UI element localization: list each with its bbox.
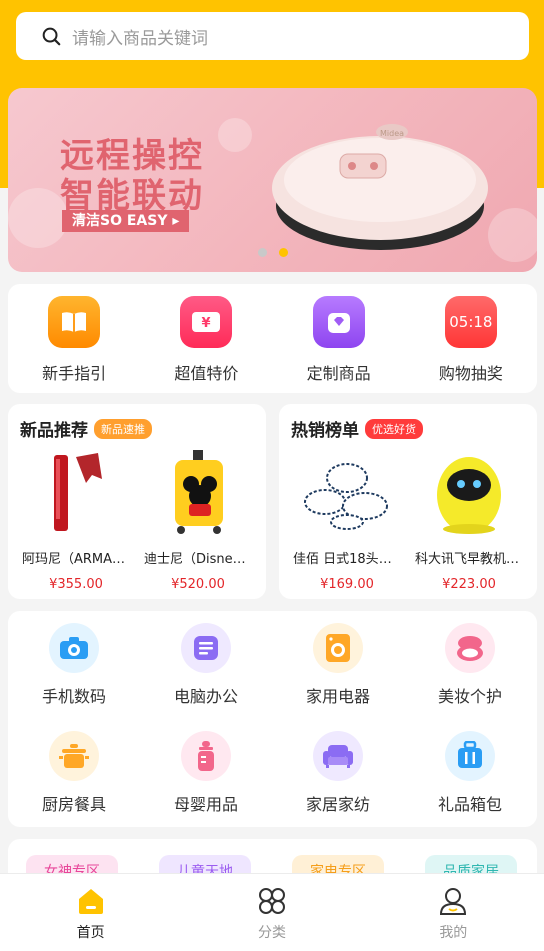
quick-entry-label: 超值特价 — [174, 364, 239, 383]
luggage-icon — [445, 731, 495, 781]
suitcase-image — [152, 446, 244, 538]
category-item-baby[interactable]: 母婴用品 — [140, 731, 272, 815]
product-name: 迪士尼（Disney） — [144, 552, 252, 567]
category-label: 电脑办公 — [173, 687, 238, 706]
diamond-bag-icon — [312, 296, 365, 348]
tab-label: 我的 — [439, 925, 468, 941]
paw-decoration — [8, 188, 68, 248]
robot-toy-image — [423, 446, 515, 538]
product-name: 科大讯飞早教机器人 — [415, 552, 523, 567]
baby-bottle-icon — [181, 731, 231, 781]
product-item[interactable]: 科大讯飞早教机器人 ¥223.00 — [409, 446, 529, 592]
hot-products-title: 热销榜单 — [291, 421, 359, 441]
category-label: 家居家纺 — [305, 795, 370, 814]
quick-entry-special-offer[interactable]: ¥ 超值特价 — [140, 284, 272, 393]
category-label: 美妆个护 — [437, 687, 502, 706]
tab-category[interactable]: 分类 — [181, 874, 362, 951]
tableware-image — [301, 446, 393, 538]
category-item-appliances[interactable]: 家用电器 — [272, 623, 404, 707]
pot-icon — [49, 731, 99, 781]
hot-products-header: 热销榜单 优选好货 — [291, 416, 423, 441]
category-item-computers[interactable]: 电脑办公 — [140, 623, 272, 707]
washer-icon — [313, 623, 363, 673]
category-label: 母婴用品 — [173, 795, 238, 814]
profile-icon — [440, 888, 467, 915]
category-item-kitchen[interactable]: 厨房餐具 — [8, 731, 140, 815]
category-label: 手机数码 — [41, 687, 106, 706]
book-icon — [48, 296, 101, 348]
new-products-card[interactable]: 新品推荐 新品速推 阿玛尼（ARMANI） ¥355.00 迪士尼（Disney… — [8, 404, 266, 599]
product-price: ¥223.00 — [442, 577, 496, 592]
banner-pagination — [8, 248, 537, 257]
category-icon — [258, 888, 285, 914]
robot-brand-text: Midea — [380, 129, 404, 138]
quick-entry-label: 定制商品 — [306, 364, 371, 383]
category-label: 家用电器 — [305, 687, 370, 706]
banner-dot[interactable] — [257, 248, 267, 257]
product-item[interactable]: 佳佰 日式18头餐具 ¥169.00 — [287, 446, 407, 592]
category-item-beauty[interactable]: 美妆个护 — [404, 623, 536, 707]
tab-home[interactable]: 首页 — [0, 874, 181, 951]
banner-tagline: 清洁SO EASY ▸ — [62, 210, 190, 232]
quick-entry-lottery[interactable]: 05:18 购物抽奖 — [405, 284, 537, 393]
product-name: 佳佰 日式18头餐具 — [293, 552, 401, 567]
camera-icon — [49, 623, 99, 673]
new-products-tag: 新品速推 — [94, 418, 152, 439]
paw-decoration — [218, 118, 252, 152]
countdown-icon: 05:18 — [444, 296, 497, 348]
home-icon — [78, 889, 103, 914]
quick-entry-guide[interactable]: 新手指引 — [8, 284, 140, 393]
sofa-icon — [313, 731, 363, 781]
product-price: ¥355.00 — [49, 577, 103, 592]
new-products-header: 新品推荐 新品速推 — [20, 416, 152, 441]
quick-entry-label: 购物抽奖 — [438, 364, 503, 383]
document-icon — [181, 623, 231, 673]
product-name: 阿玛尼（ARMANI） — [22, 552, 130, 567]
product-price: ¥169.00 — [320, 577, 374, 592]
lipstick-image — [30, 446, 122, 538]
tab-label: 分类 — [257, 925, 286, 941]
category-item-gifts-bags[interactable]: 礼品箱包 — [404, 731, 536, 815]
quick-entry-label: 新手指引 — [42, 364, 107, 383]
search-bar[interactable]: 请输入商品关键词 — [16, 12, 529, 60]
category-label: 礼品箱包 — [437, 795, 502, 814]
countdown-text: 05:18 — [449, 313, 493, 331]
category-grid: 手机数码 电脑办公 家用电器 美妆个护 厨房餐具 母婴用品 家居家纺 礼品箱包 — [8, 611, 537, 827]
hot-products-card[interactable]: 热销榜单 优选好货 佳佰 日式18头餐具 ¥169.00 科大讯飞早教机器人 ¥… — [279, 404, 537, 599]
compact-icon — [445, 623, 495, 673]
new-products-title: 新品推荐 — [20, 421, 88, 441]
product-item[interactable]: 阿玛尼（ARMANI） ¥355.00 — [16, 446, 136, 592]
category-label: 厨房餐具 — [41, 795, 106, 814]
category-item-phones[interactable]: 手机数码 — [8, 623, 140, 707]
product-item[interactable]: 迪士尼（Disney） ¥520.00 — [138, 446, 258, 592]
tab-profile[interactable]: 我的 — [363, 874, 544, 951]
banner-dot-active[interactable] — [278, 248, 288, 257]
promo-banner[interactable]: 远程操控 智能联动 清洁SO EASY ▸ Midea — [8, 88, 537, 272]
product-price: ¥520.00 — [171, 577, 225, 592]
svg-text:¥: ¥ — [202, 316, 211, 331]
bottom-tab-bar: 首页 分类 我的 — [0, 873, 544, 951]
search-placeholder: 请输入商品关键词 — [72, 28, 208, 49]
yen-ticket-icon: ¥ — [180, 296, 233, 348]
hot-products-tag: 优选好货 — [365, 418, 423, 439]
tab-label: 首页 — [76, 925, 105, 941]
search-icon — [42, 27, 61, 46]
quick-entry-card: 新手指引 ¥ 超值特价 定制商品 05:18 购物抽奖 — [8, 284, 537, 393]
quick-entry-custom-goods[interactable]: 定制商品 — [273, 284, 405, 393]
robot-vacuum-image: Midea — [272, 124, 488, 250]
category-item-home-textiles[interactable]: 家居家纺 — [272, 731, 404, 815]
